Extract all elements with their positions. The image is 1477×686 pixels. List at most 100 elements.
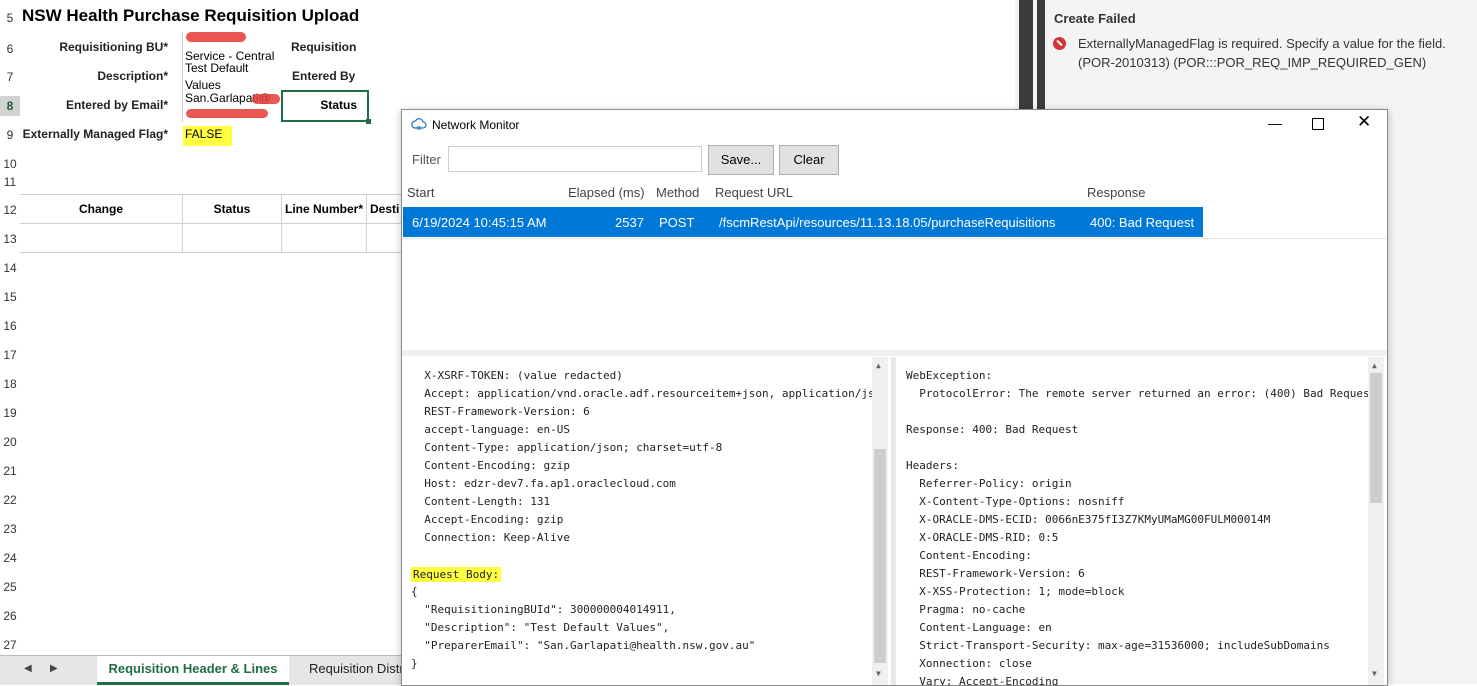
fill-handle[interactable] <box>366 119 371 124</box>
row-header[interactable]: 10 <box>0 154 20 174</box>
row-header[interactable]: 6 <box>0 39 20 59</box>
scroll-down-icon[interactable]: ▼ <box>1372 669 1377 678</box>
save-button[interactable]: Save... <box>708 145 774 175</box>
detail-line: accept-language: en-US <box>411 423 570 436</box>
detail-line: X-ORACLE-DMS-RID: 0:5 <box>906 531 1059 544</box>
row-header[interactable]: 5 <box>0 8 20 28</box>
detail-line: Content-Language: en <box>906 621 1052 634</box>
selected-cell[interactable]: Status <box>281 90 371 124</box>
detail-line: Accept: application/vnd.oracle.adf.resou… <box>411 387 875 400</box>
request-method: POST <box>659 215 695 230</box>
detail-line: X-Content-Type-Options: nosniff <box>906 495 1125 508</box>
row-header[interactable]: 13 <box>0 229 20 249</box>
row-header[interactable]: 27 <box>0 635 20 655</box>
col-header-request-url[interactable]: Request URL <box>715 185 793 200</box>
row-header[interactable]: 12 <box>0 200 20 220</box>
row-header[interactable]: 25 <box>0 577 20 597</box>
tab-requisition-header-lines[interactable]: Requisition Header & Lines <box>97 656 289 685</box>
label-description: Description* <box>97 69 168 83</box>
row-header[interactable]: 11 <box>0 172 20 192</box>
value-flag[interactable]: FALSE <box>183 126 232 146</box>
label-entered-by-email: Entered by Email* <box>65 98 168 112</box>
row-header[interactable]: 23 <box>0 519 20 539</box>
row-header[interactable]: 22 <box>0 490 20 510</box>
col-header-change[interactable]: Change <box>20 195 183 224</box>
request-row[interactable]: 6/19/2024 10:45:15 AM 2537 POST /fscmRes… <box>403 207 1203 237</box>
row-header[interactable]: 17 <box>0 345 20 365</box>
detail-line: X-ORACLE-DMS-ECID: 0066nE375fI3Z7KMyUMaM… <box>906 513 1271 526</box>
detail-line: } <box>411 657 418 670</box>
detail-line: Content-Encoding: <box>906 549 1032 562</box>
detail-line: Strict-Transport-Security: max-age=31536… <box>906 639 1330 652</box>
cloud-icon <box>411 118 427 130</box>
table-cell[interactable] <box>183 224 282 253</box>
detail-line: Content-Encoding: gzip <box>411 459 570 472</box>
col-header-status[interactable]: Status <box>183 195 282 224</box>
scroll-thumb[interactable] <box>874 449 886 663</box>
tab-requisition-distributions[interactable]: Requisition Distr <box>290 656 419 682</box>
clear-button[interactable]: Clear <box>779 145 839 175</box>
col-header-elapsed[interactable]: Elapsed (ms) <box>568 185 645 200</box>
window-title: Network Monitor <box>432 118 520 132</box>
request-details-pane[interactable]: X-XSRF-TOKEN: (value redacted) Accept: a… <box>402 357 890 685</box>
row-header[interactable]: 16 <box>0 316 20 336</box>
detail-line: Pragma: no-cache <box>906 603 1026 616</box>
request-url: /fscmRestApi/resources/11.13.18.05/purch… <box>719 215 1056 230</box>
row-header[interactable]: 21 <box>0 461 20 481</box>
detail-line: Accept-Encoding: gzip <box>411 513 564 526</box>
row-header[interactable]: 24 <box>0 548 20 568</box>
scroll-down-icon[interactable]: ▼ <box>876 669 881 678</box>
table-cell[interactable] <box>20 224 183 253</box>
label-requisition: Requisition <box>291 40 357 54</box>
detail-line: "RequisitioningBUId": 300000004014911, <box>411 603 676 616</box>
scroll-thumb[interactable] <box>1370 373 1382 503</box>
table-cell[interactable] <box>282 224 367 253</box>
row-header[interactable]: 14 <box>0 258 20 278</box>
title-bar: Network Monitor — ✕ <box>402 110 1387 140</box>
col-header-start[interactable]: Start <box>407 185 434 200</box>
minimize-button[interactable]: — <box>1268 115 1282 131</box>
label-status: Status <box>320 98 357 112</box>
label-entered-by: Entered By <box>292 69 356 83</box>
tab-scroll-right-icon[interactable]: ▶ <box>50 663 58 674</box>
detail-line: X-XSS-Protection: 1; mode=block <box>906 585 1125 598</box>
request-scrollbar[interactable]: ▲ ▼ <box>872 357 888 685</box>
error-message-line2: (POR-2010313) (POR:::POR_REQ_IMP_REQUIRE… <box>1078 55 1427 70</box>
detail-line: Content-Length: 131 <box>411 495 551 508</box>
detail-line: ProtocolError: The remote server returne… <box>906 387 1370 400</box>
network-monitor-window: Network Monitor — ✕ Filter Save... Clear… <box>401 109 1388 686</box>
scroll-up-icon[interactable]: ▲ <box>1372 361 1377 370</box>
detail-line: REST-Framework-Version: 6 <box>906 567 1085 580</box>
error-title: Create Failed <box>1054 11 1136 26</box>
col-header-response[interactable]: Response <box>1087 185 1146 200</box>
redaction-mark <box>186 32 246 42</box>
col-header-line-number[interactable]: Line Number* <box>282 195 367 224</box>
detail-line: Connection: Keep-Alive <box>411 531 570 544</box>
detail-line: Request Body: <box>411 567 502 582</box>
value-description-2[interactable]: Values <box>185 78 221 92</box>
row-header[interactable]: 7 <box>0 67 20 87</box>
row-header[interactable]: 8 <box>0 96 20 116</box>
detail-line: "PreparerEmail": "San.Garlapati@health.n… <box>411 639 756 652</box>
row-header[interactable]: 26 <box>0 606 20 626</box>
detail-line: Content-Type: application/json; charset=… <box>411 441 723 454</box>
row-header[interactable]: 20 <box>0 432 20 452</box>
tab-scroll-left-icon[interactable]: ◀ <box>24 663 32 674</box>
row-header[interactable]: 18 <box>0 374 20 394</box>
row-divider <box>402 238 1387 239</box>
splitter[interactable] <box>402 350 1387 356</box>
row-header[interactable]: 9 <box>0 125 20 145</box>
response-scrollbar[interactable]: ▲ ▼ <box>1368 357 1384 685</box>
row-header[interactable]: 15 <box>0 287 20 307</box>
filter-input[interactable] <box>448 146 702 172</box>
table-cell[interactable] <box>367 224 401 253</box>
close-button[interactable]: ✕ <box>1357 112 1371 132</box>
response-details-pane[interactable]: WebException: ProtocolError: The remote … <box>896 357 1387 685</box>
detail-line: X-XSRF-TOKEN: (value redacted) <box>411 369 623 382</box>
scroll-up-icon[interactable]: ▲ <box>876 361 881 370</box>
col-header-method[interactable]: Method <box>656 185 699 200</box>
row-header[interactable]: 19 <box>0 403 20 423</box>
filter-label: Filter <box>412 152 441 167</box>
maximize-button[interactable] <box>1312 118 1324 130</box>
value-description-1[interactable]: Test Default <box>185 61 248 75</box>
